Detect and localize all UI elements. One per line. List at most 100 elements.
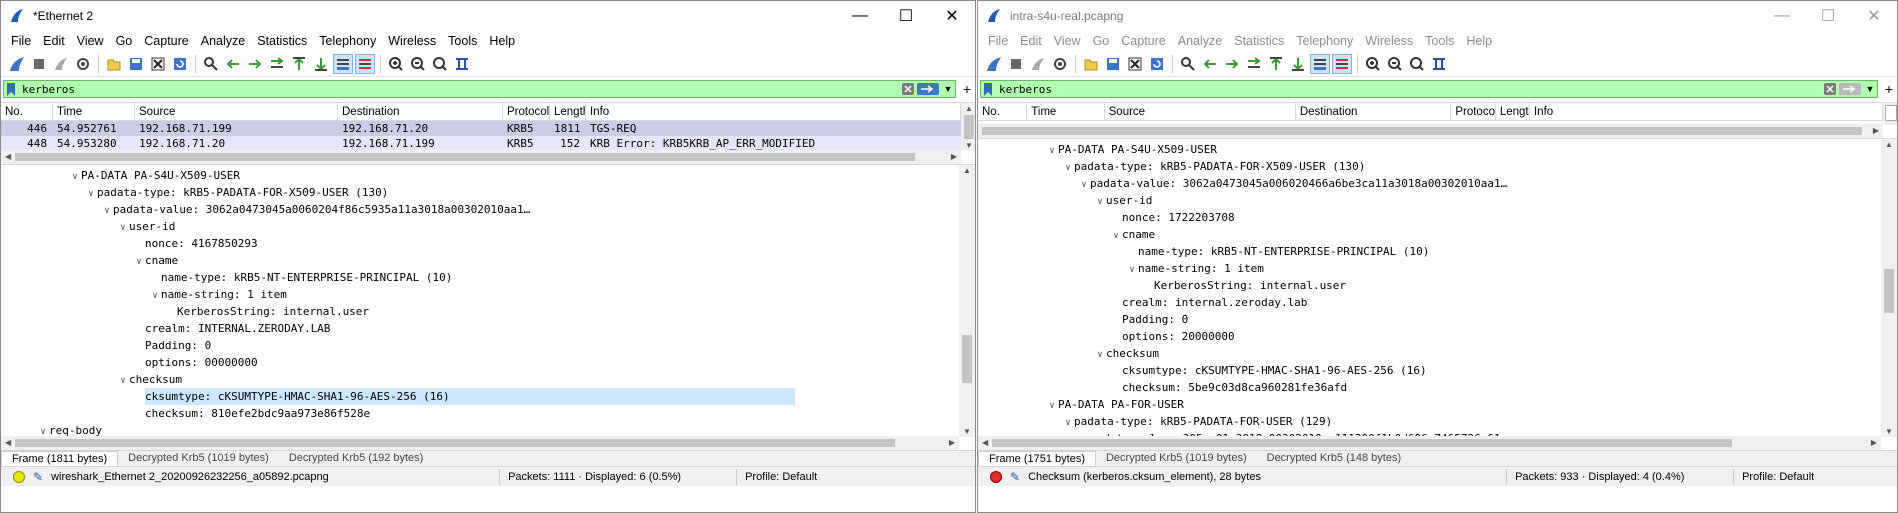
- tree-node[interactable]: Padding: 0: [978, 311, 1897, 328]
- tree-node[interactable]: ∨ PA-DATA PA-FOR-USER: [978, 396, 1897, 413]
- packet-list-hscroll[interactable]: ◀ ▶: [1, 150, 961, 164]
- open-file-icon[interactable]: [104, 54, 124, 74]
- column-header[interactable]: Source: [1105, 102, 1296, 121]
- save-file-icon[interactable]: [126, 54, 146, 74]
- tree-node[interactable]: ∨ cname: [1, 252, 975, 269]
- expert-error-icon[interactable]: [990, 470, 1002, 483]
- column-header[interactable]: Destination: [1296, 102, 1452, 121]
- zoom-in-icon[interactable]: [1363, 54, 1383, 74]
- stop-capture-icon[interactable]: [29, 54, 49, 74]
- column-header[interactable]: No.: [978, 102, 1028, 121]
- tree-node[interactable]: ∨ user-id: [978, 192, 1897, 209]
- menu-item[interactable]: Telephony: [313, 34, 382, 48]
- zoom-in-icon[interactable]: [386, 54, 406, 74]
- tree-node[interactable]: ∨ padata-value: 3062a0473045a006020466a6b…: [978, 175, 1897, 192]
- colorize-icon[interactable]: [1332, 53, 1352, 74]
- filter-bookmark-icon[interactable]: [981, 81, 995, 97]
- menu-item[interactable]: Statistics: [1228, 34, 1290, 48]
- close-icon[interactable]: ✕: [929, 1, 975, 31]
- autoscroll-icon[interactable]: [1310, 53, 1330, 74]
- add-filter-button-icon[interactable]: +: [959, 81, 975, 97]
- packet-list-hscroll[interactable]: ▶: [978, 124, 1883, 138]
- tree-node[interactable]: options: 00000000: [1, 354, 975, 371]
- status-ready-icon[interactable]: [13, 470, 25, 483]
- column-header[interactable]: Time: [53, 102, 135, 121]
- column-header[interactable]: Info: [586, 102, 961, 121]
- details-hscroll[interactable]: ◀ ▶: [1, 436, 959, 450]
- close-file-icon[interactable]: [1125, 54, 1145, 74]
- menu-item[interactable]: Help: [1460, 34, 1498, 48]
- tree-node[interactable]: ∨ cname: [978, 226, 1897, 243]
- colorize-icon[interactable]: [355, 53, 375, 74]
- zoom-out-icon[interactable]: [1385, 54, 1405, 74]
- start-capture-icon[interactable]: [984, 54, 1004, 74]
- filter-history-dropdown-icon[interactable]: ▼: [1863, 84, 1877, 94]
- column-header[interactable]: No.: [1, 102, 53, 121]
- byte-tab[interactable]: Frame (1751 bytes): [978, 451, 1096, 466]
- column-header[interactable]: Source: [135, 102, 338, 121]
- go-forward-icon[interactable]: [245, 54, 265, 74]
- tree-node[interactable]: crealm: INTERNAL.ZERODAY.LAB: [1, 320, 975, 337]
- maximize-icon[interactable]: ☐: [1805, 1, 1851, 31]
- menu-item[interactable]: File: [982, 34, 1014, 48]
- go-first-icon[interactable]: [289, 54, 309, 74]
- save-file-icon[interactable]: [1103, 54, 1123, 74]
- tree-node[interactable]: name-type: kRB5-NT-ENTERPRISE-PRINCIPAL …: [1, 269, 975, 286]
- details-hscroll[interactable]: ◀ ▶: [978, 436, 1881, 450]
- tree-node[interactable]: name-type: kRB5-NT-ENTERPRISE-PRINCIPAL …: [978, 243, 1897, 260]
- display-filter-input[interactable]: kerberos ▼: [980, 80, 1878, 98]
- menu-item[interactable]: Tools: [1419, 34, 1460, 48]
- tree-node[interactable]: nonce: 1722203708: [978, 209, 1897, 226]
- menu-item[interactable]: View: [1048, 34, 1087, 48]
- menu-item[interactable]: Capture: [138, 34, 194, 48]
- resize-columns-icon[interactable]: [452, 54, 472, 74]
- menu-item[interactable]: View: [71, 34, 110, 48]
- reload-file-icon[interactable]: [1147, 54, 1167, 74]
- normal-size-icon[interactable]: [1407, 54, 1427, 74]
- menu-item[interactable]: Edit: [37, 34, 71, 48]
- go-last-icon[interactable]: [311, 54, 331, 74]
- close-file-icon[interactable]: [148, 54, 168, 74]
- close-icon[interactable]: ✕: [1851, 1, 1897, 31]
- minimize-icon[interactable]: —: [1759, 1, 1805, 31]
- menu-item[interactable]: Edit: [1014, 34, 1048, 48]
- menu-item[interactable]: Telephony: [1290, 34, 1359, 48]
- packet-row[interactable]: 446 54.952761 192.168.71.199 192.168.71.20 K…: [1, 121, 961, 136]
- capture-options-icon[interactable]: [1050, 54, 1070, 74]
- go-forward-icon[interactable]: [1222, 54, 1242, 74]
- add-filter-button-icon[interactable]: +: [1881, 81, 1897, 97]
- byte-tab[interactable]: Decrypted Krb5 (192 bytes): [279, 451, 434, 466]
- column-header[interactable]: Length: [550, 102, 586, 121]
- tree-node[interactable]: KerberosString: internal.user: [1, 303, 975, 320]
- open-file-icon[interactable]: [1081, 54, 1101, 74]
- column-header[interactable]: Info: [1530, 102, 1883, 121]
- restart-capture-icon[interactable]: [1028, 54, 1048, 74]
- menu-item[interactable]: Go: [110, 34, 139, 48]
- column-header[interactable]: Protocol: [1451, 102, 1496, 121]
- menu-item[interactable]: Capture: [1115, 34, 1171, 48]
- menu-item[interactable]: Go: [1087, 34, 1116, 48]
- tree-node[interactable]: ∨ name-string: 1 item: [1, 286, 975, 303]
- zoom-out-icon[interactable]: [408, 54, 428, 74]
- column-header[interactable]: Destination: [338, 102, 503, 121]
- start-capture-icon[interactable]: [7, 54, 27, 74]
- tree-node[interactable]: ∨ checksum: [978, 345, 1897, 362]
- tree-node[interactable]: ∨ padata-type: kRB5-PADATA-FOR-X509-USER …: [978, 158, 1897, 175]
- details-vscroll[interactable]: ▲ ▼: [1881, 139, 1897, 437]
- byte-tab[interactable]: Decrypted Krb5 (1019 bytes): [1096, 451, 1257, 466]
- packet-list-vscroll[interactable]: [1883, 103, 1897, 125]
- clear-filter-icon[interactable]: [901, 82, 915, 96]
- restart-capture-icon[interactable]: [51, 54, 71, 74]
- menu-item[interactable]: Tools: [442, 34, 483, 48]
- menu-item[interactable]: Analyze: [1172, 34, 1228, 48]
- tree-node[interactable]: ∨ user-id: [1, 218, 975, 235]
- tree-node[interactable]: ∨ padata-type: kRB5-PADATA-FOR-USER (129): [978, 413, 1897, 430]
- menu-item[interactable]: Statistics: [251, 34, 313, 48]
- byte-tab[interactable]: Decrypted Krb5 (1019 bytes): [118, 451, 279, 466]
- column-header[interactable]: Length: [1496, 102, 1530, 121]
- autoscroll-icon[interactable]: [333, 53, 353, 74]
- go-back-icon[interactable]: [223, 54, 243, 74]
- find-packet-icon[interactable]: [201, 54, 221, 74]
- resize-columns-icon[interactable]: [1429, 54, 1449, 74]
- tree-node[interactable]: KerberosString: internal.user: [978, 277, 1897, 294]
